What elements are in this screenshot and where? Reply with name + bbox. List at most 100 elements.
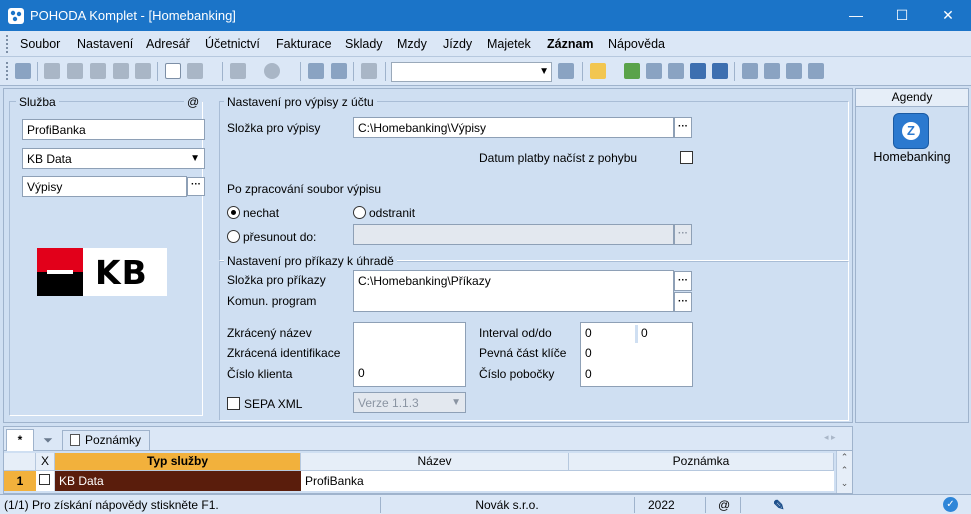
help-icon[interactable] (808, 63, 824, 79)
maximize-button[interactable]: ☐ (879, 0, 925, 31)
menu-jizdy[interactable]: Jízdy (443, 37, 472, 51)
row-checkbox[interactable] (39, 474, 50, 485)
service-name-field[interactable]: ProfiBanka (22, 119, 205, 140)
type-browse-button[interactable]: ··· (187, 177, 205, 196)
minimize-button[interactable]: — (833, 0, 879, 31)
version-value: Verze 1.1.3 (358, 396, 419, 410)
row-note-cell[interactable] (569, 471, 834, 491)
menu-napoveda[interactable]: Nápověda (608, 37, 665, 51)
row-type-cell[interactable]: KB Data (55, 471, 301, 491)
vypisy-folder-field[interactable]: C:\Homebanking\Výpisy (353, 117, 674, 138)
save-icon[interactable] (308, 63, 324, 79)
pen-icon: ✎ (773, 497, 785, 513)
close-button[interactable]: ✕ (925, 0, 971, 31)
iban-icon[interactable] (712, 63, 728, 79)
komun-browse-button[interactable]: ··· (674, 292, 692, 312)
new-record-icon[interactable] (165, 63, 181, 79)
menu-fakturace[interactable]: Fakturace (276, 37, 332, 51)
datum-label: Datum platby načíst z pohybu (479, 151, 638, 165)
row-name-cell[interactable]: ProfiBanka (301, 471, 569, 491)
client-no-field[interactable]: 0 (354, 363, 464, 383)
vypisy-folder-browse-button[interactable]: ··· (674, 117, 692, 138)
sepa-checkbox[interactable] (227, 397, 240, 410)
bank-icon[interactable] (690, 63, 706, 79)
kb-logo: KB (37, 248, 167, 296)
grid-icon[interactable] (646, 63, 662, 79)
agendy-title: Agendy (856, 89, 968, 107)
homebanking-label[interactable]: Homebanking (856, 150, 968, 164)
branch-label: Číslo pobočky (479, 367, 555, 381)
sluzba-title: Služba (16, 95, 59, 109)
main-panel: Služba @ ProfiBanka KB Data ▼ Výpisy ···… (3, 88, 853, 423)
fixed-key-field[interactable]: 0 (585, 346, 592, 360)
preview-icon[interactable] (90, 63, 106, 79)
copy-record-icon[interactable] (44, 63, 60, 79)
menu-soubor[interactable]: Soubor (20, 37, 60, 51)
folder-icon[interactable] (590, 63, 606, 79)
exit-icon[interactable] (15, 63, 31, 79)
row-number[interactable]: 1 (4, 471, 36, 491)
bottom-panel: * ⏷ Poznámky ◂ ▸ X Typ služby Název Pozn… (3, 426, 853, 494)
menu-zaznam[interactable]: Záznam (547, 37, 594, 51)
radio-move[interactable] (227, 230, 240, 243)
message-icon[interactable] (786, 63, 802, 79)
list-icon[interactable] (764, 63, 780, 79)
sepa-label[interactable]: SEPA XML (244, 397, 302, 411)
settings-icon[interactable] (264, 63, 280, 79)
radio-delete[interactable] (353, 206, 366, 219)
import-icon[interactable] (135, 63, 151, 79)
tab-new[interactable]: * (6, 429, 34, 451)
menu-sklady[interactable]: Sklady (345, 37, 383, 51)
col-type[interactable]: Typ služby (55, 453, 301, 471)
interval-to-field[interactable]: 0 (641, 326, 648, 340)
table-row-check-cell[interactable] (36, 471, 55, 491)
toolbar-combo[interactable]: ▼ (391, 62, 552, 82)
radio-keep-label[interactable]: nechat (243, 206, 279, 220)
status-year: 2022 (648, 498, 675, 512)
datum-checkbox[interactable] (680, 151, 693, 164)
col-x[interactable]: X (36, 453, 55, 471)
vypisy-title: Nastavení pro výpisy z účtu (224, 95, 377, 109)
format-value: KB Data (27, 152, 72, 166)
table-scrollbar[interactable]: ⌃ ⌃ ⌄ (836, 451, 852, 493)
print-icon[interactable] (67, 63, 83, 79)
status-company: Novák s.r.o. (475, 498, 539, 512)
radio-move-label[interactable]: přesunout do: (243, 230, 316, 244)
tab-notes[interactable]: Poznámky (62, 430, 150, 450)
pohoda-app-icon (8, 8, 24, 24)
menu-majetek[interactable]: Majetek (487, 37, 531, 51)
export-icon[interactable] (113, 63, 129, 79)
tab-filter-icon[interactable]: ⏷ (37, 430, 59, 450)
back-icon[interactable] (230, 63, 246, 79)
col-name[interactable]: Název (301, 453, 569, 471)
move-folder-field (353, 224, 674, 245)
homebanking-icon[interactable]: Z (893, 113, 929, 149)
format-select[interactable]: KB Data ▼ (22, 148, 205, 169)
status-bar: (1/1) Pro získání nápovědy stiskněte F1.… (0, 494, 971, 514)
menu-grip (6, 35, 9, 53)
tab-scroll-icon[interactable]: ◂ ▸ (824, 432, 836, 443)
menu-nastaveni[interactable]: Nastavení (77, 37, 133, 51)
branch-field[interactable]: 0 (585, 367, 592, 381)
interval-from-field[interactable]: 0 (585, 326, 592, 340)
prikazy-folder-field[interactable]: C:\Homebanking\Příkazy (353, 270, 674, 312)
prikazy-folder-label: Složka pro příkazy (227, 273, 326, 287)
menu-adresar[interactable]: Adresář (146, 37, 190, 51)
col-note[interactable]: Poznámka (569, 453, 834, 471)
edit-icon[interactable] (187, 63, 203, 79)
radio-delete-label[interactable]: odstranit (369, 206, 415, 220)
filter-icon[interactable] (558, 63, 574, 79)
menu-mzdy[interactable]: Mzdy (397, 37, 427, 51)
calculator-icon[interactable] (668, 63, 684, 79)
type-field[interactable]: Výpisy (22, 176, 187, 197)
note-icon[interactable] (742, 63, 758, 79)
short-id-label: Zkrácená identifikace (227, 346, 341, 360)
radio-keep[interactable] (227, 206, 240, 219)
prikazy-folder-browse-button[interactable]: ··· (674, 271, 692, 291)
money-icon[interactable] (624, 63, 640, 79)
version-select: Verze 1.1.3 ▼ (353, 392, 466, 413)
menu-ucetnictvi[interactable]: Účetnictví (205, 37, 260, 51)
check-status-icon: ✓ (943, 497, 958, 512)
cancel-edit-icon[interactable] (331, 63, 347, 79)
duplicate-icon[interactable] (361, 63, 377, 79)
